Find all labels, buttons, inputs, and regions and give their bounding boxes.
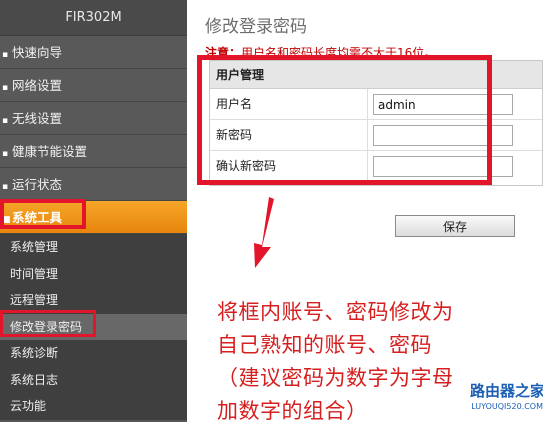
menu-item-energy-saving[interactable]: ▪ 健康节能设置 [0,135,187,168]
menu-item-wireless-settings[interactable]: ▪ 无线设置 [0,102,187,135]
page-title: 修改登录密码 [205,17,307,37]
menu-label: 网络设置 [12,78,63,93]
site-watermark: 路由器之家 LUYOUQI520.COM [470,380,543,411]
annotation-line: 将框内账号、密码修改为 [217,300,454,324]
device-model: FIR302M [0,0,187,36]
bullet-icon: ▪ [2,50,9,60]
menu-label: 无线设置 [12,111,63,126]
sub-item-system-management[interactable]: 系统管理 [0,234,187,261]
watermark-url: LUYOUQI520.COM [471,402,543,411]
menu-item-network-settings[interactable]: ▪ 网络设置 [0,69,187,102]
highlight-box-form [197,55,492,185]
highlight-box-change-password [0,310,96,337]
bullet-icon: ▪ [2,116,9,126]
bullet-icon: ▪ [2,149,9,159]
annotation-line: 自己熟知的账号、密码 [217,333,432,357]
bullet-icon: ▪ [2,83,9,93]
save-button[interactable]: 保存 [395,215,515,237]
sub-item-system-diagnostics[interactable]: 系统诊断 [0,340,187,367]
menu-label: 运行状态 [12,177,63,192]
watermark-name: 路由器之家 [470,382,543,400]
menu-label: 快速向导 [12,45,63,60]
sub-item-time-management[interactable]: 时间管理 [0,261,187,288]
menu-item-quick-guide[interactable]: ▪ 快速向导 [0,36,187,69]
menu-label: 健康节能设置 [12,144,88,159]
arrow-down-icon [254,197,274,268]
highlight-box-system-tools [0,199,86,229]
sub-item-cloud-function[interactable]: 云功能 [0,393,187,420]
menu-item-running-status[interactable]: ▪ 运行状态 [0,168,187,201]
sub-item-system-log[interactable]: 系统日志 [0,367,187,394]
